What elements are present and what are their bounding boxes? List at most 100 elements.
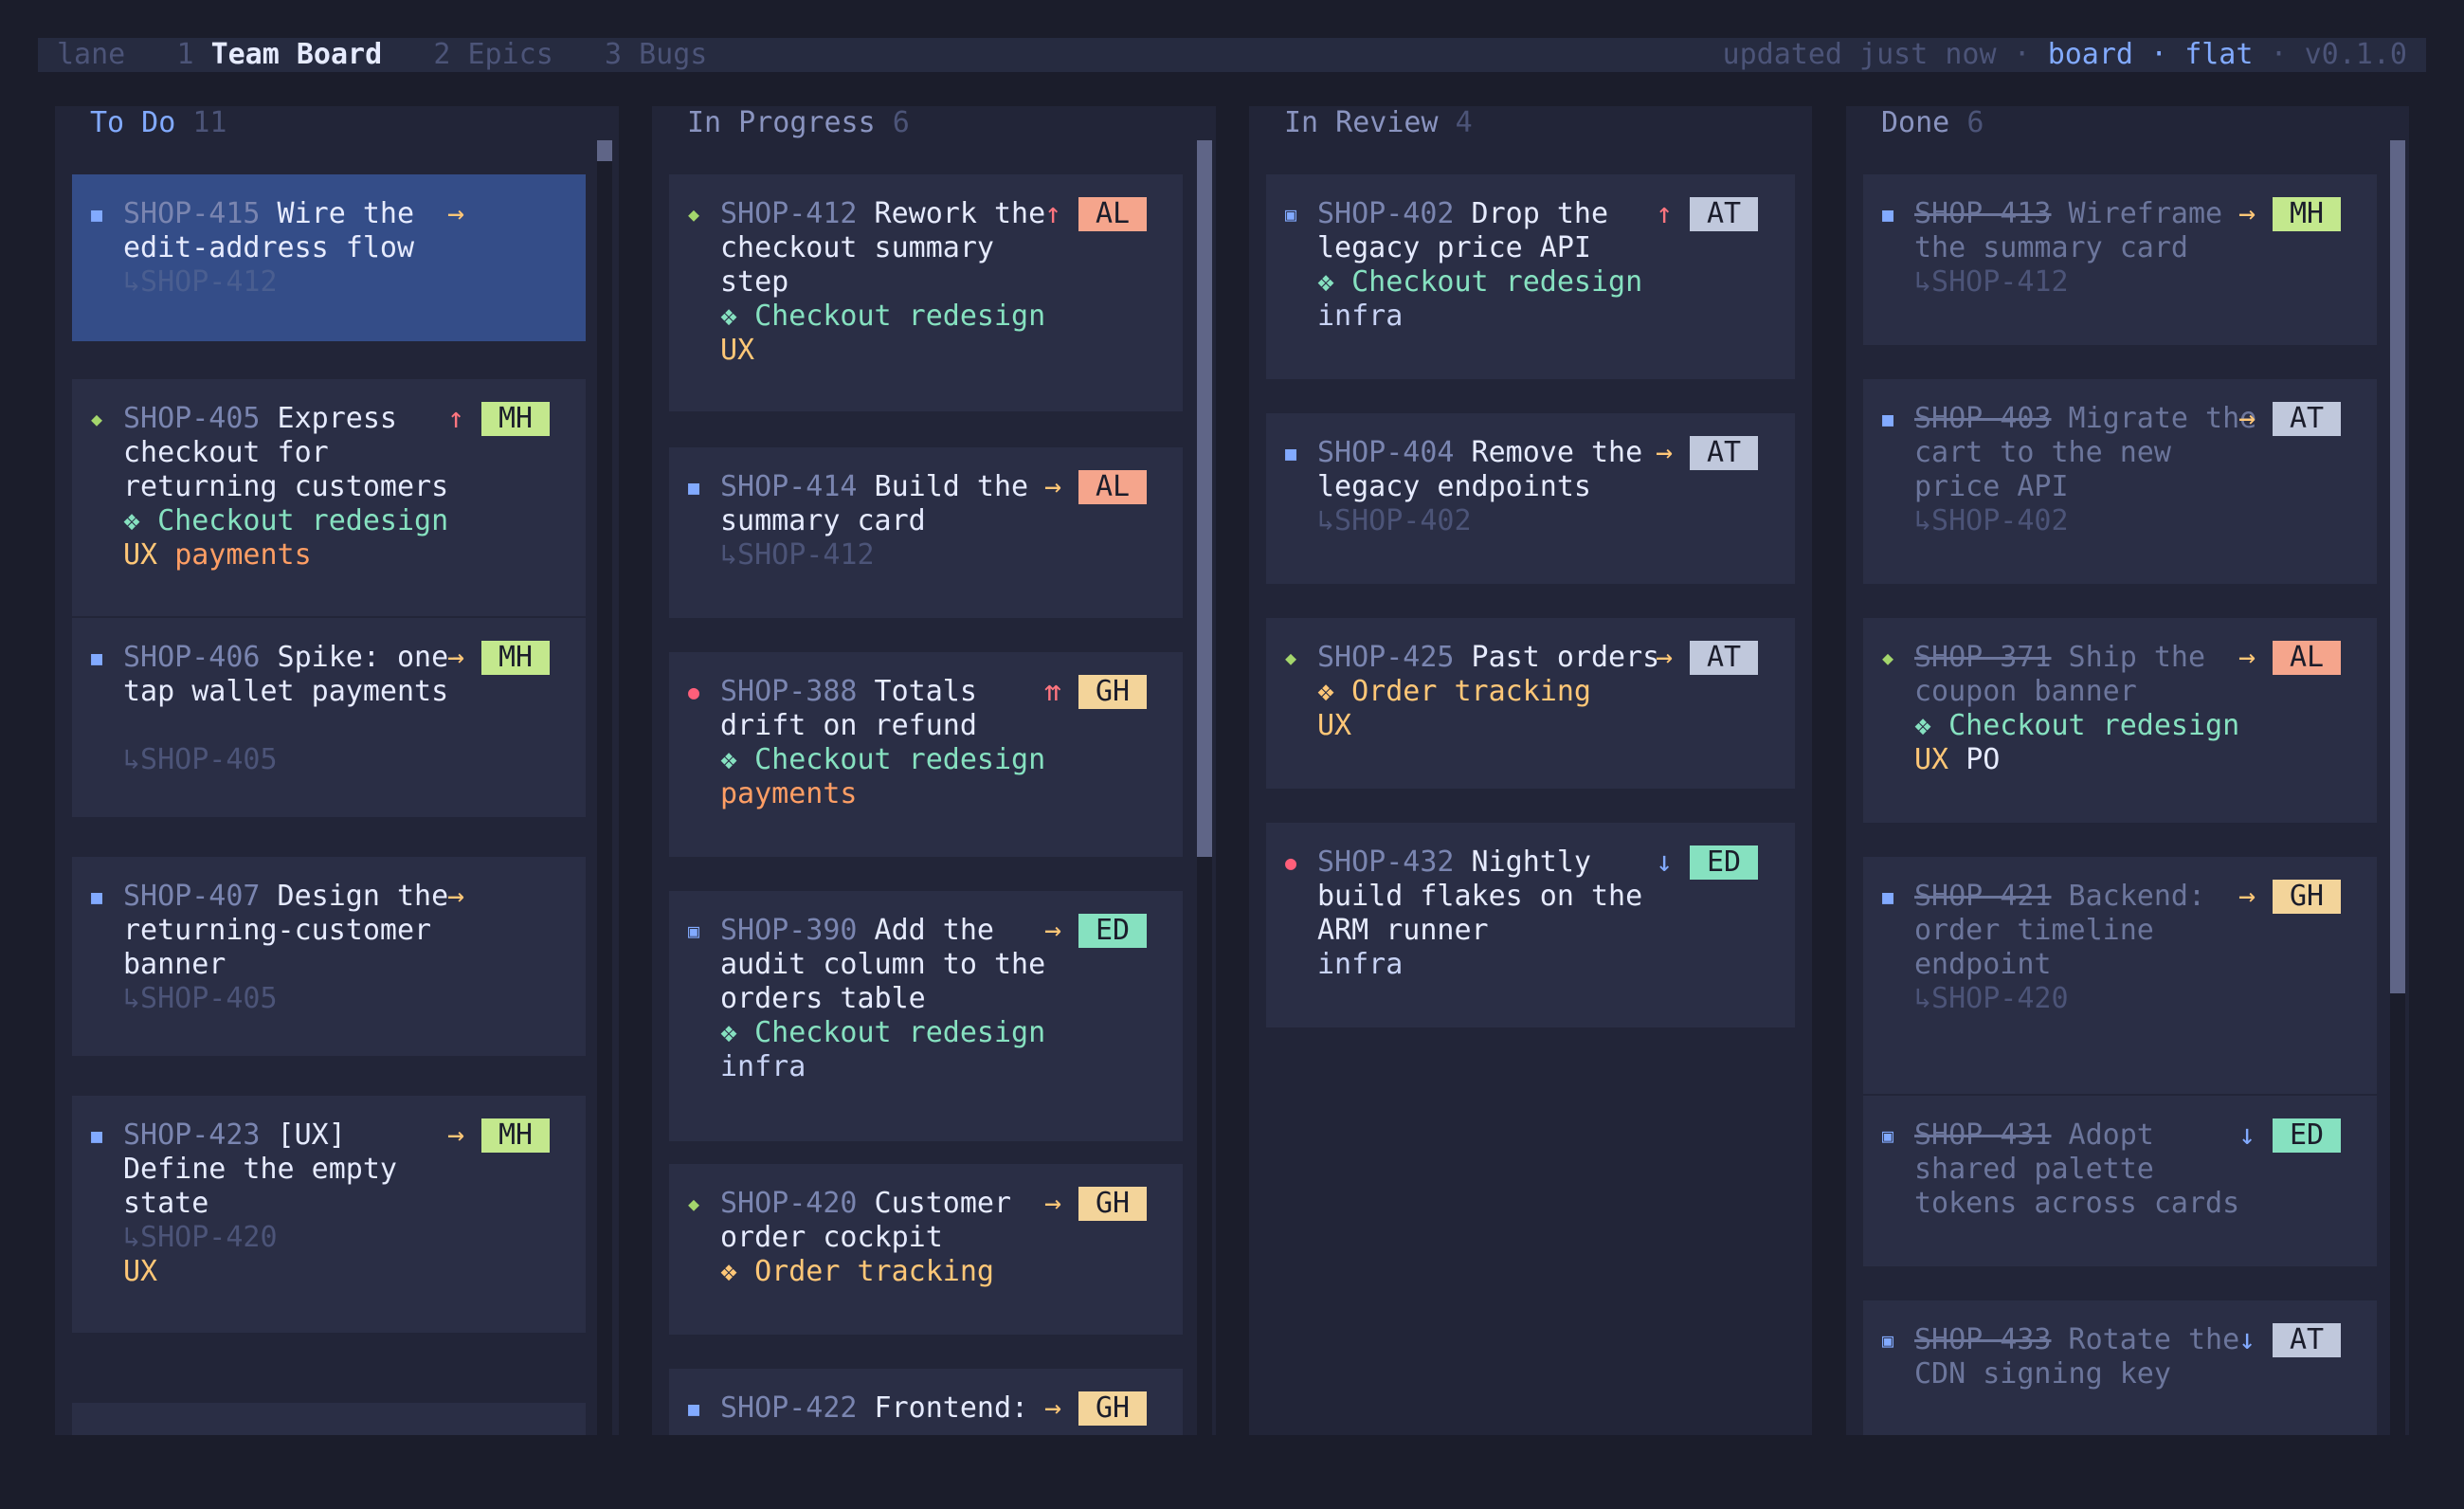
card-shop-423[interactable]: ■ SHOP-423 [UX] Define the empty state ↳SHOP… — [72, 1096, 586, 1333]
tab-label: Bugs — [639, 38, 708, 71]
card-id: SHOP-421 — [1914, 880, 2052, 913]
card-shop-371[interactable]: ◆ SHOP-371 Ship the coupon banner ❖ Checkou… — [1863, 618, 2377, 823]
card-shop-422[interactable]: ■ SHOP-422 Frontend: → GH — [669, 1369, 1183, 1435]
assignee-avatar[interactable]: AL — [1078, 470, 1147, 504]
assignee-avatar[interactable]: MH — [2273, 197, 2341, 231]
story-icon: ■ — [1285, 442, 1297, 464]
tab-label: Team Board — [210, 38, 383, 71]
card-line: SHOP-405 Express — [123, 402, 397, 436]
card-line: SHOP-425 Past orders — [1317, 641, 1659, 675]
card-line: ❖ Checkout redesign — [1914, 709, 2239, 743]
scrollbar[interactable] — [597, 140, 612, 1435]
card-line: order timeline — [1914, 914, 2154, 948]
tab-number: 2 — [433, 38, 451, 71]
priority-normal-icon: → — [446, 641, 465, 674]
column-in-review[interactable]: In Review 4 ▣ SHOP-402 Drop the legacy pric… — [1249, 106, 1812, 1435]
tab-team-board[interactable]: 1 Team Board — [176, 38, 382, 71]
scrollbar-thumb[interactable] — [1197, 140, 1212, 857]
card-line: SHOP-407 Design the — [123, 880, 448, 914]
card-shop-420[interactable]: ◆ SHOP-420 Customer order cockpit ❖ Order t… — [669, 1164, 1183, 1335]
assignee-avatar[interactable]: ED — [1078, 914, 1147, 948]
card-line: audit column to the — [720, 948, 1045, 982]
card-title: banner — [123, 948, 226, 981]
card-shop-414[interactable]: ■ SHOP-414 Build the summary card ↳SHOP-412… — [669, 447, 1183, 618]
feature-icon: ◆ — [688, 1192, 700, 1215]
card-line: UX — [123, 1255, 157, 1289]
card-line: coupon banner — [1914, 675, 2137, 709]
assignee-avatar[interactable]: MH — [481, 641, 550, 675]
card-id: SHOP-420 — [720, 1187, 858, 1220]
card-line: ❖ Order tracking — [1317, 675, 1591, 709]
assignee-avatar[interactable]: GH — [1078, 1187, 1147, 1221]
tab-epics[interactable]: 2 Epics — [433, 38, 553, 71]
parent-ref: ↳SHOP-405 — [123, 982, 278, 1015]
assignee-avatar[interactable]: AL — [2273, 641, 2341, 675]
card-shop-425[interactable]: ◆ SHOP-425 Past orders ❖ Order tracking UX →… — [1266, 618, 1795, 789]
card-shop-413[interactable]: ■ SHOP-413 Wireframe the summary card ↳SHOP… — [1863, 174, 2377, 345]
assignee-avatar[interactable]: AT — [1690, 436, 1758, 470]
card-shop-388[interactable]: ● SHOP-388 Totals drift on refund ❖ Checkou… — [669, 652, 1183, 857]
layout-mode[interactable]: flat — [2184, 38, 2253, 71]
card-shop-432[interactable]: ● SHOP-432 Nightly build flakes on the ARM … — [1266, 823, 1795, 1027]
assignee-avatar[interactable]: MH — [481, 402, 550, 436]
card-shop-405[interactable]: ◆ SHOP-405 Express checkout for returning c… — [72, 379, 586, 616]
card-shop-402[interactable]: ▣ SHOP-402 Drop the legacy price API ❖ Chec… — [1266, 174, 1795, 379]
assignee-avatar[interactable]: AT — [2273, 1323, 2341, 1357]
card-line: returning customers — [123, 470, 448, 504]
card-shop-406[interactable]: ■ SHOP-406 Spike: one-tap wallet payments… — [72, 618, 586, 817]
card-shop-415[interactable]: ■ SHOP-415 Wire the edit-address flow ↳SHOP… — [72, 174, 586, 341]
view-mode[interactable]: board — [2048, 38, 2133, 71]
column-header[interactable]: Done 6 — [1881, 106, 1984, 140]
card-id: SHOP-422 — [720, 1391, 858, 1425]
scrollbar[interactable] — [2390, 140, 2405, 1435]
card-line: SHOP-412 Rework the — [720, 197, 1045, 231]
card-line: ARM runner — [1317, 914, 1489, 948]
card-title: checkout summary — [720, 231, 994, 264]
assignee-avatar[interactable]: GH — [2273, 880, 2341, 914]
card-line: tap wallet payments — [123, 675, 448, 709]
assignee-avatar[interactable]: GH — [1078, 1391, 1147, 1426]
assignee-avatar[interactable]: AT — [2273, 402, 2341, 436]
assignee-avatar[interactable]: AT — [1690, 641, 1758, 675]
card-shop-433[interactable]: ▣ SHOP-433 Rotate the CDN signing key ↓ AT — [1863, 1300, 2377, 1435]
scrollbar[interactable] — [1197, 140, 1212, 1435]
assignee-avatar[interactable]: ED — [2273, 1118, 2341, 1153]
bug-icon: ● — [1285, 851, 1297, 874]
epic-tag: ❖ Checkout redesign — [1317, 265, 1643, 299]
column-header[interactable]: In Review 4 — [1284, 106, 1473, 140]
parent-ref: ↳SHOP-412 — [1914, 265, 2069, 299]
card-line: state — [123, 1187, 208, 1221]
card-shop-403[interactable]: ■ SHOP-403 Migrate the cart to the new pric… — [1863, 379, 2377, 584]
card-title: cart to the new — [1914, 436, 2171, 469]
card-id: SHOP-425 — [1317, 641, 1455, 674]
column-in-progress[interactable]: In Progress 6 ◆ SHOP-412 Rework the checkou… — [652, 106, 1216, 1435]
column-header[interactable]: In Progress 6 — [687, 106, 910, 140]
card-line: edit-address flow — [123, 231, 414, 265]
scrollbar-thumb[interactable] — [597, 140, 612, 161]
card-title: Express — [260, 402, 397, 435]
scrollbar-thumb[interactable] — [2390, 140, 2405, 993]
card-shop-407[interactable]: ■ SHOP-407 Design the returning-customer ba… — [72, 857, 586, 1056]
tab-bugs[interactable]: 3 Bugs — [605, 38, 707, 71]
column-done[interactable]: Done 6 ■ SHOP-413 Wireframe the summary car… — [1846, 106, 2409, 1435]
card-shop-390[interactable]: ▣ SHOP-390 Add the audit column to the orde… — [669, 891, 1183, 1141]
story-icon: ■ — [91, 1124, 103, 1147]
card-shop-404[interactable]: ■ SHOP-404 Remove the legacy endpoints ↳SHO… — [1266, 413, 1795, 584]
assignee-avatar[interactable]: AL — [1078, 197, 1147, 231]
card-shop-421[interactable]: ■ SHOP-421 Backend: order timeline endpoint… — [1863, 857, 2377, 1094]
assignee-avatar[interactable]: AT — [1690, 197, 1758, 231]
card-shop-431[interactable]: ▣ SHOP-431 Adopt shared palette tokens acro… — [1863, 1096, 2377, 1266]
card[interactable] — [72, 1403, 586, 1435]
card-line: returning-customer — [123, 914, 431, 948]
bug-icon: ● — [688, 681, 700, 703]
assignee-avatar[interactable]: ED — [1690, 845, 1758, 880]
card-line: ↳SHOP-412 — [1914, 265, 2069, 300]
assignee-avatar[interactable]: MH — [481, 1118, 550, 1153]
card-shop-412[interactable]: ◆ SHOP-412 Rework the checkout summary step… — [669, 174, 1183, 411]
card-id: SHOP-432 — [1317, 845, 1455, 879]
label-tag: UX — [123, 1255, 158, 1288]
column-to-do[interactable]: To Do 11 ■ SHOP-415 Wire the edit-address f… — [55, 106, 619, 1435]
assignee-avatar[interactable]: GH — [1078, 675, 1147, 709]
tab-strip: lane 1 Team Board 2 Epics 3 Bugs — [57, 38, 707, 72]
column-header[interactable]: To Do 11 — [90, 106, 227, 140]
